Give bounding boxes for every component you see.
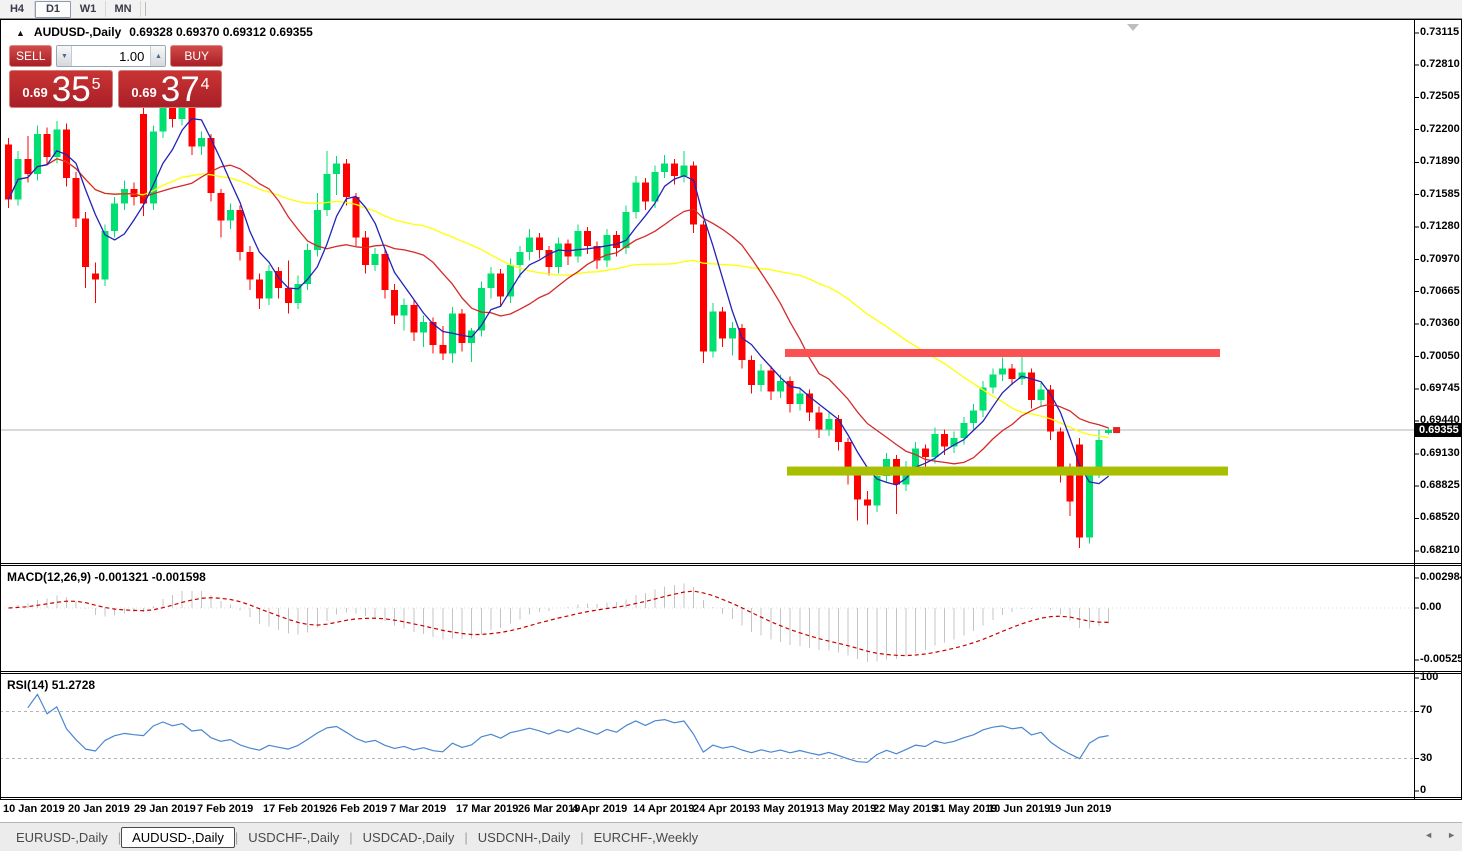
- buy-price-panel[interactable]: 0.69 37 4: [118, 70, 222, 108]
- date-axis-label: 10 Jun 2019: [988, 803, 1051, 815]
- date-axis-label: 19 Jun 2019: [1049, 803, 1112, 815]
- tab-eurchf-weekly[interactable]: EURCHF-,Weekly: [584, 827, 709, 848]
- current-price-tag: 0.69355: [1415, 423, 1462, 438]
- timeframe-button-h4[interactable]: H4: [0, 1, 35, 17]
- chart-tab-bar: EURUSD-,Daily | AUDUSD-,Daily | USDCHF-,Dail…: [0, 822, 1462, 851]
- rsi-axis-label: 100: [1420, 671, 1439, 683]
- volume-increase-icon[interactable]: ▲: [150, 46, 166, 66]
- date-axis-label: 4 Apr 2019: [572, 803, 628, 815]
- sell-price-pip: 5: [91, 76, 101, 93]
- price-axis-label: 0.68210: [1420, 544, 1460, 556]
- price-axis-label: 0.69130: [1420, 446, 1460, 459]
- chart-canvas[interactable]: [0, 0, 1462, 851]
- macd-axis-label: 0.00: [1420, 601, 1442, 613]
- tab-usdcnh-daily[interactable]: USDCNH-,Daily: [468, 827, 580, 848]
- autoscroll-indicator-icon: [1127, 24, 1139, 31]
- date-axis-label: 24 Apr 2019: [693, 803, 755, 815]
- date-axis-label: 20 Jan 2019: [68, 803, 130, 815]
- price-axis-label: 0.72200: [1420, 122, 1460, 135]
- date-axis-label: 10 Jan 2019: [3, 803, 65, 815]
- macd-axis-label: -0.005256: [1420, 653, 1462, 665]
- timeframe-button-w1[interactable]: W1: [71, 1, 106, 17]
- date-axis-label: 7 Feb 2019: [197, 803, 254, 815]
- tab-scroll-buttons: ◄ ►: [1424, 830, 1456, 840]
- volume-input[interactable]: 1.00: [72, 46, 150, 66]
- timeframe-button-mn[interactable]: MN: [106, 1, 141, 17]
- timeframe-toolbar: H4 D1 W1 MN: [0, 0, 1462, 19]
- volume-stepper: ▼ 1.00 ▲: [56, 45, 167, 67]
- price-axis-label: 0.71280: [1420, 219, 1460, 232]
- price-axis-label: 0.69745: [1420, 381, 1460, 394]
- buy-price-prefix: 0.69: [131, 85, 157, 100]
- price-axis-label: 0.72810: [1420, 58, 1460, 71]
- price-axis-label: 0.71890: [1420, 155, 1460, 168]
- sell-price-big: 35: [51, 70, 91, 109]
- ohlc-readout: 0.69328 0.69370 0.69312 0.69355: [129, 25, 313, 39]
- tab-scroll-right-icon[interactable]: ►: [1447, 830, 1456, 840]
- buy-price-big: 37: [160, 70, 200, 109]
- price-axis-label: 0.70665: [1420, 284, 1460, 297]
- buy-price-pip: 4: [200, 76, 210, 93]
- volume-decrease-icon[interactable]: ▼: [57, 46, 73, 66]
- price-axis-label: 0.68520: [1420, 511, 1460, 524]
- date-axis-label: 29 Jan 2019: [134, 803, 196, 815]
- toolbar-separator: [145, 2, 146, 16]
- date-axis-label: 26 Feb 2019: [325, 803, 388, 815]
- last-price-marker-icon: [1113, 427, 1121, 434]
- date-axis-label: 17 Mar 2019: [456, 803, 519, 815]
- price-axis-label: 0.70360: [1420, 316, 1460, 329]
- date-axis-label: 3 May 2019: [754, 803, 813, 815]
- tab-eurusd-daily[interactable]: EURUSD-,Daily: [6, 827, 118, 848]
- chart-title: ▲ AUDUSD-,Daily 0.69328 0.69370 0.69312 0.…: [16, 25, 313, 39]
- buy-button[interactable]: BUY: [170, 45, 223, 67]
- rsi-indicator-label: RSI(14) 51.2728: [7, 678, 96, 692]
- rsi-axis-label: 70: [1420, 704, 1433, 717]
- price-axis-label: 0.72505: [1420, 90, 1460, 103]
- date-axis-label: 7 Mar 2019: [390, 803, 447, 815]
- symbol-label: AUDUSD-,Daily: [33, 25, 122, 39]
- rsi-line: [27, 693, 1109, 763]
- date-axis-label: 22 May 2019: [873, 803, 938, 815]
- macd-signal-line: [8, 590, 1109, 657]
- rsi-axis-label: 30: [1420, 751, 1433, 764]
- tab-usdcad-daily[interactable]: USDCAD-,Daily: [353, 827, 465, 848]
- one-click-trading-widget: SELL ▼ 1.00 ▲ BUY 0.69 35 5 0.69 37 4: [9, 45, 223, 108]
- collapse-trade-widget-icon[interactable]: ▲: [16, 28, 25, 38]
- rsi-axis-label: 0: [1420, 784, 1427, 796]
- tab-scroll-left-icon[interactable]: ◄: [1424, 830, 1433, 840]
- ma-mid-line: [7, 158, 1109, 465]
- mt4-terminal: H4 D1 W1 MN ▲ AUDUSD-,Daily 0.69328 0.69370 0…: [0, 0, 1462, 851]
- timeframe-button-d1[interactable]: D1: [35, 0, 71, 18]
- price-axis-label: 0.70050: [1420, 349, 1460, 362]
- sell-button[interactable]: SELL: [9, 45, 53, 67]
- candlestick-series: [5, 85, 1113, 548]
- ma-slow-line: [7, 158, 1109, 439]
- macd-axis-label: 0.002984: [1420, 571, 1462, 583]
- date-axis-label: 14 Apr 2019: [633, 803, 695, 815]
- sell-price-panel[interactable]: 0.69 35 5: [9, 70, 113, 108]
- tab-usdchf-daily[interactable]: USDCHF-,Daily: [238, 827, 349, 848]
- price-axis-label: 0.68825: [1420, 479, 1460, 492]
- price-axis-label: 0.73115: [1420, 26, 1460, 38]
- sell-price-prefix: 0.69: [22, 85, 48, 100]
- price-axis-label: 0.70970: [1420, 252, 1460, 265]
- support-line[interactable]: [787, 466, 1228, 476]
- macd-indicator-label: MACD(12,26,9) -0.001321 -0.001598: [7, 570, 206, 584]
- price-axis-label: 0.71585: [1420, 187, 1460, 200]
- date-axis-label: 13 May 2019: [812, 803, 877, 815]
- date-axis-label: 17 Feb 2019: [263, 803, 326, 815]
- resistance-line[interactable]: [785, 348, 1220, 357]
- tab-audusd-daily[interactable]: AUDUSD-,Daily: [121, 826, 235, 848]
